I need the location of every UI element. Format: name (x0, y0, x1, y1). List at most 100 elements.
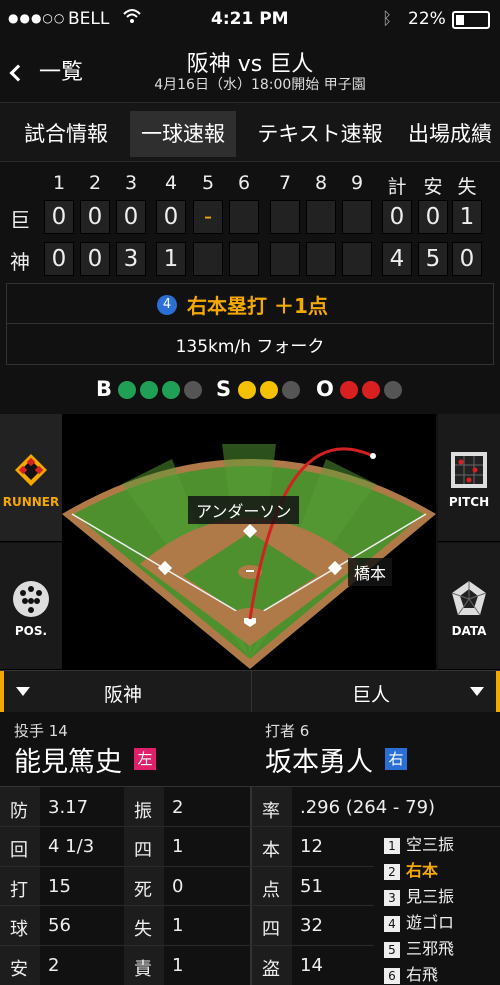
row-divider (0, 905, 374, 906)
at-bat-result: 見三振 (406, 887, 455, 906)
runner-icon (15, 454, 47, 486)
play-result-box: 4 右本塁打 ＋1点 135km/h フォーク (6, 283, 494, 365)
batter-stat-value: 51 (300, 876, 323, 897)
out-indicator (362, 381, 380, 399)
battery-percent: 22% (408, 9, 446, 29)
pitcher-stat-label: 回 (10, 840, 28, 861)
baseball-field (62, 444, 436, 669)
pitcher-stat-value: 2 (48, 955, 60, 976)
at-bat-result: 右飛 (406, 965, 439, 984)
data-button[interactable]: DATA (438, 543, 500, 670)
at-bat-number: 6 (384, 968, 400, 984)
inning-score (229, 200, 259, 234)
at-bat-log-item: 1 空三振 (384, 831, 454, 855)
team-selector-left[interactable]: 阪神 (0, 671, 249, 713)
totals-header-runs: 計 (387, 176, 407, 198)
battery-icon (452, 11, 490, 29)
inning-header: 4 (164, 172, 178, 194)
batter-stat-label: 盗 (262, 959, 280, 980)
pitcher-stat-label: 四 (134, 840, 152, 861)
total-errors: 0 (452, 242, 482, 276)
team-selector-bar: 阪神 巨人 (0, 670, 500, 713)
total-errors: 1 (452, 200, 482, 234)
play-number-badge: 4 (157, 295, 177, 315)
matchup-players: 投手 14 能見篤史 左 打者 6 坂本勇人 右 (0, 712, 500, 786)
strike-indicator (260, 381, 278, 399)
at-bat-result: 右本 (406, 861, 439, 880)
inning-score (193, 242, 223, 276)
pitcher-stat-label: 振 (134, 801, 152, 822)
runner-button[interactable]: RUNNER (0, 414, 62, 542)
strike-indicator (282, 381, 300, 399)
pitch-label: PITCH (448, 495, 490, 509)
row-divider (0, 866, 374, 867)
total-hits: 5 (418, 242, 448, 276)
pitcher-stat-value: 0 (172, 876, 184, 897)
pitcher-stat-value: 15 (48, 876, 71, 897)
pitcher-stat-label: 球 (10, 919, 28, 940)
back-button[interactable]: 一覧 (9, 54, 83, 88)
totals-header-hits: 安 (423, 176, 443, 198)
wifi-icon (122, 7, 142, 30)
total-runs: 0 (382, 200, 412, 234)
tab-player-stats[interactable]: 出場成績 (408, 111, 500, 157)
batter-stat-value: 12 (300, 836, 323, 857)
at-bat-result: 空三振 (406, 835, 455, 854)
pitch-grid-icon (451, 452, 487, 488)
team-selector-right[interactable]: 巨人 (251, 671, 500, 713)
inning-header: 6 (237, 172, 251, 194)
inning-score (306, 242, 336, 276)
pitcher-stat-label: 責 (134, 959, 152, 980)
signal-icon: ●●●○○ (8, 11, 66, 25)
inning-score (306, 200, 336, 234)
navigation-bar: 一覧 阪神 vs 巨人 4月16日（水）18:00開始 甲子園 (0, 40, 500, 102)
inning-header: 8 (314, 172, 328, 194)
total-hits: 0 (418, 200, 448, 234)
inning-score: 3 (116, 242, 146, 276)
status-bar: ●●●○○ BELL 4:21 PM ᛒ 22% (0, 0, 500, 40)
at-bat-number: 2 (384, 864, 400, 880)
tab-game-info[interactable]: 試合情報 (8, 111, 124, 157)
pitch-button[interactable]: PITCH (438, 414, 500, 542)
inning-score (270, 200, 300, 234)
inning-score (342, 242, 372, 276)
positions-icon (13, 581, 49, 617)
tab-pitch-by-pitch[interactable]: 一球速報 (130, 111, 236, 157)
batter-role: 打者 6 (265, 722, 310, 740)
ball-indicator (162, 381, 180, 399)
field-diagram: アンダーソン 橋本 (62, 414, 436, 670)
batter-card[interactable]: 打者 6 坂本勇人 右 (251, 712, 500, 786)
at-bat-number: 1 (384, 838, 400, 854)
inning-score (342, 200, 372, 234)
inning-header: 1 (52, 172, 66, 194)
inning-score: 0 (80, 242, 110, 276)
pitcher-name: 能見篤史 (14, 747, 122, 778)
positions-button[interactable]: POS. (0, 543, 62, 670)
strikes-label: S (216, 377, 232, 401)
batter-stat-label: 本 (262, 840, 280, 861)
at-bat-log-item: 6 右飛 (384, 961, 438, 985)
pitcher-card[interactable]: 投手 14 能見篤史 左 (0, 712, 249, 786)
inning-header: 7 (278, 172, 292, 194)
balls-label: B (96, 377, 113, 401)
pitcher-hand-badge: 左 (134, 748, 156, 770)
inning-score (270, 242, 300, 276)
fielder-label-right: 橋本 (348, 558, 393, 586)
inning-score-current: - (193, 200, 223, 234)
data-label: DATA (451, 624, 487, 638)
at-bat-log-item: 4 遊ゴロ (384, 909, 454, 933)
total-runs: 4 (382, 242, 412, 276)
pitcher-stat-value: 1 (172, 955, 184, 976)
inning-header: 3 (124, 172, 138, 194)
pitcher-stat-value: 1 (172, 836, 184, 857)
inning-score: 0 (44, 200, 74, 234)
inning-score: 0 (156, 200, 186, 234)
pitcher-role: 投手 14 (14, 722, 68, 740)
team-name-right: 巨人 (352, 684, 391, 706)
team-label-away: 巨 (10, 208, 30, 232)
batter-hand-badge: 右 (385, 748, 407, 770)
at-bat-number: 3 (384, 890, 400, 906)
tab-text-updates[interactable]: テキスト速報 (244, 111, 396, 157)
batter-stat-value: 14 (300, 955, 323, 976)
batter-stat-label: 点 (262, 880, 280, 901)
